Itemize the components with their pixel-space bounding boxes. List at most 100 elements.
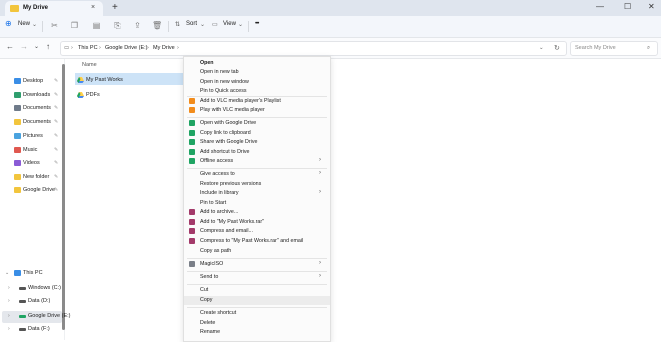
column-header-name[interactable]: Name	[82, 62, 97, 68]
menu-item-label: Open with Google Drive	[200, 120, 257, 126]
more-options-button[interactable]: •••	[255, 21, 259, 27]
pin-icon: ✎	[54, 160, 59, 166]
menu-separator	[187, 117, 327, 118]
expand-chevron-icon[interactable]: ›	[8, 298, 10, 304]
chevron-down-icon[interactable]: ⌄	[32, 21, 37, 28]
vlc-icon	[189, 107, 195, 113]
pin-icon: ✎	[54, 92, 59, 98]
new-button[interactable]: New	[18, 21, 30, 27]
vlc-icon	[189, 98, 195, 104]
share-icon[interactable]: ⇪	[133, 21, 142, 30]
pin-icon: ✎	[54, 187, 59, 193]
refresh-icon[interactable]: ↻	[554, 44, 560, 52]
folder-icon	[14, 160, 21, 166]
menu-item[interactable]: Pin to Quick access	[184, 87, 330, 96]
chevron-down-icon[interactable]: ⌄	[238, 21, 243, 28]
menu-item-label: Offline access	[200, 158, 234, 164]
menu-item[interactable]: Add to VLC media player's Playlist	[184, 97, 330, 106]
menu-item[interactable]: MagicISO ›	[184, 260, 330, 269]
menu-item-label: Compress and email...	[200, 228, 253, 234]
expand-chevron-icon[interactable]: ›	[8, 313, 10, 319]
expand-chevron-icon[interactable]: ›	[8, 326, 10, 332]
view-button[interactable]: View	[223, 21, 236, 27]
close-window-button[interactable]: ✕	[648, 2, 655, 11]
winrar-icon	[189, 209, 195, 215]
maximize-button[interactable]: ☐	[624, 2, 631, 11]
sidebar-item-label: Windows (C:)	[28, 285, 62, 291]
breadcrumb-this-pc[interactable]: This PC	[78, 45, 98, 51]
rename-icon[interactable]: ⎘	[113, 21, 122, 30]
pin-icon: ✎	[54, 105, 59, 111]
recent-chevron-icon[interactable]: ⌄	[34, 43, 39, 50]
sidebar-item-label: Pictures	[23, 133, 43, 139]
menu-item[interactable]: Cut	[184, 286, 330, 295]
minimize-button[interactable]: —	[596, 2, 604, 11]
back-arrow-icon[interactable]: ←	[6, 42, 14, 51]
menu-item[interactable]: Play with VLC media player	[184, 106, 330, 115]
address-dropdown-icon[interactable]: ⌄	[539, 45, 544, 51]
menu-item[interactable]: Create shortcut	[184, 309, 330, 318]
menu-item[interactable]: Open in new window	[184, 78, 330, 87]
drive-icon	[19, 315, 26, 318]
winrar-icon	[189, 228, 195, 234]
chevron-down-icon[interactable]: ⌄	[200, 21, 205, 28]
menu-item[interactable]: Send to ›	[184, 273, 330, 282]
search-icon: ⌕	[647, 45, 651, 51]
sidebar-item-label: Google Drive (E:)	[28, 313, 71, 319]
close-tab-icon[interactable]: ×	[91, 4, 95, 11]
menu-item[interactable]: Give access to ›	[184, 170, 330, 179]
paste-icon[interactable]: ▤	[92, 21, 101, 30]
delete-icon[interactable]: 🗑	[152, 21, 162, 30]
new-tab-button[interactable]: +	[112, 2, 118, 13]
menu-item-label: Open in new tab	[200, 69, 239, 75]
menu-item[interactable]: Offline access ›	[184, 157, 330, 166]
forward-arrow-icon[interactable]: →	[20, 42, 28, 51]
menu-item-label: Create shortcut	[200, 310, 237, 316]
menu-item[interactable]: Delete	[184, 319, 330, 328]
menu-item[interactable]: Copy link to clipboard	[184, 129, 330, 138]
toolbar-divider	[248, 21, 249, 32]
menu-item[interactable]: Copy	[184, 296, 330, 305]
menu-item[interactable]: Include in library ›	[184, 189, 330, 198]
winrar-icon	[189, 219, 195, 225]
tab-my-drive[interactable]: My Drive ×	[5, 1, 103, 16]
title-bar: My Drive × + — ☐ ✕	[0, 0, 661, 16]
menu-item[interactable]: Add shortcut to Drive	[184, 148, 330, 157]
menu-item[interactable]: Open with Google Drive	[184, 119, 330, 128]
breadcrumb-google-drive[interactable]: Google Drive (E:)	[105, 45, 148, 51]
folder-icon	[14, 119, 21, 125]
copy-icon[interactable]: ❐	[70, 21, 79, 30]
menu-item-label: MagicISO	[200, 261, 224, 267]
sidebar-item-label: Music	[23, 147, 38, 153]
breadcrumb-my-drive[interactable]: My Drive	[153, 45, 175, 51]
menu-item-label: Add to "My Past Works.rar"	[200, 219, 265, 225]
magiciso-icon	[189, 261, 195, 267]
folder-icon	[14, 174, 21, 180]
folder-icon	[14, 105, 21, 111]
up-arrow-icon[interactable]: ↑	[46, 42, 50, 51]
menu-item[interactable]: Compress and email...	[184, 227, 330, 236]
menu-item[interactable]: Open in new tab	[184, 68, 330, 77]
sidebar-scrollbar[interactable]	[62, 64, 65, 330]
new-plus-icon: ⊕	[5, 19, 12, 28]
menu-item[interactable]: Open	[184, 59, 330, 68]
menu-item[interactable]: Share with Google Drive	[184, 138, 330, 147]
menu-item[interactable]: Pin to Start	[184, 199, 330, 208]
menu-separator	[187, 168, 327, 169]
menu-item[interactable]: Copy as path	[184, 247, 330, 256]
menu-item[interactable]: Rename	[184, 328, 330, 337]
computer-icon: ▭	[64, 45, 70, 51]
pin-icon: ✎	[54, 174, 59, 180]
chevron-right-icon[interactable]: ›	[177, 45, 179, 51]
submenu-arrow-icon: ›	[319, 273, 321, 279]
menu-item[interactable]: Add to "My Past Works.rar"	[184, 218, 330, 227]
expand-chevron-icon[interactable]: ⌄	[5, 270, 9, 276]
address-bar[interactable]: ▭ › This PC › Google Drive (E:) › My Dri…	[60, 41, 567, 56]
menu-item[interactable]: Compress to "My Past Works.rar" and emai…	[184, 237, 330, 246]
menu-item[interactable]: Restore previous versions	[184, 180, 330, 189]
expand-chevron-icon[interactable]: ›	[8, 285, 10, 291]
menu-item[interactable]: Add to archive...	[184, 208, 330, 217]
sort-button[interactable]: Sort	[186, 21, 197, 27]
search-input[interactable]: Search My Drive ⌕	[570, 41, 658, 56]
cut-icon[interactable]: ✂	[50, 21, 59, 30]
